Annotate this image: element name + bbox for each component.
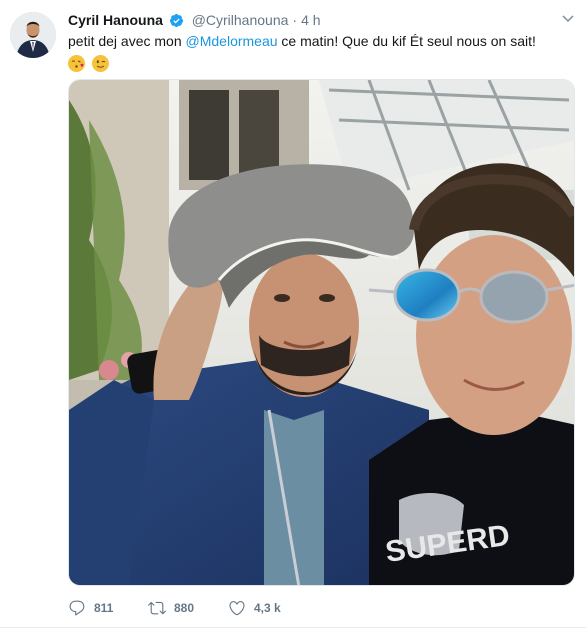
reply-icon	[69, 600, 85, 616]
like-button[interactable]: 4,3 k	[228, 599, 308, 617]
tweet-header: Cyril Hanouna @Cyrilhanouna · 4 h	[68, 10, 556, 30]
separator-dot: ·	[292, 12, 298, 28]
tweet-timestamp[interactable]: 4 h	[301, 12, 320, 28]
author-handle[interactable]: @Cyrilhanouna	[192, 12, 289, 28]
retweet-count: 880	[174, 601, 195, 615]
verified-badge-icon	[169, 13, 184, 33]
author-name[interactable]: Cyril Hanouna	[68, 12, 163, 28]
mention-link[interactable]: @Mdelormeau	[186, 33, 278, 49]
reply-count: 811	[94, 601, 114, 615]
retweet-button[interactable]: 880	[148, 599, 228, 617]
tweet-card[interactable]: Cyril Hanouna @Cyrilhanouna · 4 h petit de…	[0, 0, 586, 628]
tweet-text-part: ce matin! Que du kif Ét seul nous on sai…	[277, 33, 536, 49]
emoji-row	[68, 53, 563, 73]
tweet-actions: 811 880 4,3 k	[68, 596, 308, 620]
like-count: 4,3 k	[254, 601, 281, 615]
tweet-text: petit dej avec mon @Mdelormeau ce matin!…	[68, 32, 563, 73]
kissing-face-with-heart-emoji	[68, 54, 85, 72]
tweet-text-part: petit dej avec mon	[68, 33, 186, 49]
reply-button[interactable]: 811	[68, 599, 148, 617]
retweet-icon	[148, 601, 166, 615]
avatar[interactable]	[10, 12, 56, 58]
heart-icon	[229, 601, 245, 616]
winking-face-emoji	[91, 54, 109, 72]
tweet-photo[interactable]: SUPERD	[68, 79, 575, 586]
chevron-down-icon[interactable]	[560, 10, 576, 26]
